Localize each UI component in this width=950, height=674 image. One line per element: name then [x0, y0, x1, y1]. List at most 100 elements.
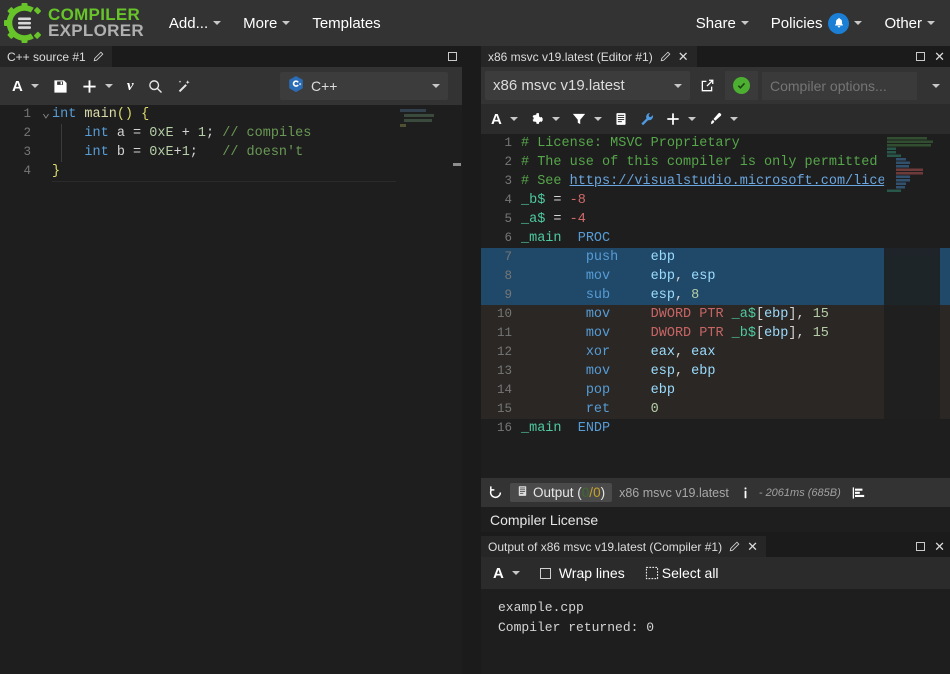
asm-line-text: ret 0 — [585, 402, 659, 417]
asm-line[interactable]: 11 mov DWORD PTR _b$[ebp], 15 — [481, 324, 950, 343]
output-filters-button[interactable] — [566, 108, 608, 130]
maximize-icon[interactable] — [916, 52, 926, 61]
pane-splitter[interactable] — [462, 46, 481, 674]
asm-vertical-scrollbar[interactable] — [940, 134, 950, 508]
bar-chart-icon[interactable] — [851, 486, 866, 500]
close-icon[interactable]: ✕ — [747, 540, 758, 553]
asm-line[interactable]: 12 xor eax, eax — [481, 343, 950, 362]
format-button[interactable] — [171, 75, 198, 98]
output-text[interactable]: example.cpp Compiler returned: 0 — [481, 589, 950, 638]
editor-vertical-scrollbar[interactable] — [452, 105, 462, 674]
compiler-pane-header: x86 msvc v19.latest (Editor #1) ✕ ✕ — [481, 46, 950, 67]
info-icon[interactable] — [739, 486, 752, 500]
maximize-icon[interactable] — [916, 542, 926, 551]
editor-line-text: int main() { — [52, 107, 150, 122]
tools-button[interactable] — [634, 108, 660, 130]
editor-lines[interactable]: 1 ⌄ int main() { 2 int a = 0xE + 1; // comp… — [0, 105, 462, 181]
close-icon[interactable]: ✕ — [678, 50, 689, 63]
save-button[interactable] — [47, 75, 74, 98]
compiler-license-text: Compiler License — [490, 511, 599, 528]
chevron-down-icon — [104, 84, 113, 88]
chevron-down-icon — [593, 117, 602, 121]
editor-line[interactable]: 4} — [0, 162, 462, 181]
nav-item-more[interactable]: More — [232, 0, 301, 46]
font-size-button[interactable]: A — [485, 107, 524, 132]
compiler-explorer-app: COMPILER EXPLORER Add... More Templates … — [0, 0, 950, 674]
compiler-settings-button[interactable] — [524, 108, 566, 130]
chevron-down-icon — [511, 571, 520, 575]
editor-line[interactable]: 3 int b = 0xE+1; // doesn't — [0, 143, 462, 162]
compiler-header-actions: ✕ — [916, 46, 945, 67]
libraries-button[interactable] — [608, 108, 634, 130]
chevron-down-icon — [432, 84, 440, 88]
asm-line[interactable]: 9 sub esp, 8 — [481, 286, 950, 305]
asm-line[interactable]: 14 pop ebp — [481, 381, 950, 400]
output-tab[interactable]: Output of x86 msvc v19.latest (Compiler … — [481, 536, 766, 557]
fold-chevron-icon[interactable]: ⌄ — [40, 105, 52, 124]
pencil-icon[interactable] — [93, 51, 104, 62]
compiler-select[interactable]: x86 msvc v19.latest — [485, 71, 690, 100]
asm-line[interactable]: 4 _b$ = -8 — [481, 191, 950, 210]
editor-line[interactable]: 2 int a = 0xE + 1; // compiles — [0, 124, 462, 143]
nav-item-other[interactable]: Other — [873, 0, 946, 46]
asm-line[interactable]: 3 # See https://visualstudio.microsoft.co… — [481, 172, 950, 191]
brand-logo[interactable]: COMPILER EXPLORER — [0, 0, 158, 46]
nav-item-share[interactable]: Share — [685, 0, 760, 46]
editor-line-number: 1 — [23, 107, 31, 121]
add-tool-button[interactable] — [76, 75, 119, 98]
asm-line-text: _a$ = -4 — [521, 212, 586, 227]
select-all-label: Select all — [661, 565, 719, 581]
asm-lines[interactable]: 1 # License: MSVC Proprietary 2 # The use o… — [481, 134, 950, 438]
asm-line[interactable]: 10 mov DWORD PTR _a$[ebp], 15 — [481, 305, 950, 324]
status-timing: - 2061ms (685B) — [758, 486, 841, 499]
compiler-toolbar: A — [481, 104, 950, 134]
editor-minimap[interactable] — [396, 105, 452, 674]
editor-line[interactable]: 1 ⌄ int main() { — [0, 105, 462, 124]
asm-line-number: 2 — [504, 155, 512, 169]
asm-minimap[interactable] — [884, 134, 940, 508]
asm-line[interactable]: 16 _main ENDP — [481, 419, 950, 438]
asm-line[interactable]: 7 push ebp — [481, 248, 950, 267]
compiler-options-dropdown-button[interactable] — [921, 80, 946, 92]
search-button[interactable] — [142, 75, 169, 98]
asm-code-area[interactable]: 1 # License: MSVC Proprietary 2 # The use o… — [481, 134, 950, 508]
popout-button[interactable] — [694, 74, 721, 97]
font-size-button[interactable]: A — [6, 74, 45, 99]
bell-icon[interactable] — [828, 12, 850, 34]
asm-line[interactable]: 5 _a$ = -4 — [481, 210, 950, 229]
refresh-icon[interactable] — [488, 485, 503, 500]
asm-line-number: 14 — [496, 383, 512, 397]
asm-line[interactable]: 6 _main PROC — [481, 229, 950, 248]
select-all-button[interactable]: Select all — [639, 561, 725, 585]
vim-mode-button[interactable]: v — [121, 74, 140, 99]
nav-item-templates[interactable]: Templates — [301, 0, 391, 46]
wrap-lines-checkbox[interactable]: Wrap lines — [534, 561, 631, 585]
compiler-tab[interactable]: x86 msvc v19.latest (Editor #1) ✕ — [481, 46, 697, 67]
navbar: COMPILER EXPLORER Add... More Templates … — [0, 0, 950, 46]
compiler-options-input[interactable] — [762, 71, 917, 100]
language-select[interactable]: C++ — [280, 72, 448, 100]
output-toggle-button[interactable]: Output (0/0) — [510, 483, 613, 502]
nav-item-add[interactable]: Add... — [158, 0, 232, 46]
asm-line[interactable]: 13 mov esp, ebp — [481, 362, 950, 381]
font-size-button[interactable]: A — [487, 561, 526, 586]
asm-line[interactable]: 15 ret 0 — [481, 400, 950, 419]
editor-code-area[interactable]: 1 ⌄ int main() { 2 int a = 0xE + 1; // comp… — [0, 105, 462, 674]
add-view-button[interactable] — [660, 108, 702, 130]
asm-line[interactable]: 1 # License: MSVC Proprietary — [481, 134, 950, 153]
asm-line-number: 6 — [504, 231, 512, 245]
editor-tab[interactable]: C++ source #1 — [0, 46, 112, 67]
editor-header-actions — [448, 46, 457, 67]
editor-scroll-thumb[interactable] — [453, 163, 461, 166]
close-icon[interactable]: ✕ — [934, 540, 945, 553]
asm-line[interactable]: 2 # The use of this compiler is only perm… — [481, 153, 950, 172]
navbar-right: Share Policies Other — [685, 0, 950, 46]
pencil-icon[interactable] — [660, 51, 671, 62]
maximize-icon[interactable] — [448, 52, 457, 61]
compiler-license-row[interactable]: Compiler License — [481, 507, 950, 532]
color-button[interactable] — [702, 108, 744, 130]
asm-line[interactable]: 8 mov ebp, esp — [481, 267, 950, 286]
nav-item-policies[interactable]: Policies — [760, 0, 874, 46]
close-icon[interactable]: ✕ — [934, 50, 945, 63]
pencil-icon[interactable] — [729, 541, 740, 552]
